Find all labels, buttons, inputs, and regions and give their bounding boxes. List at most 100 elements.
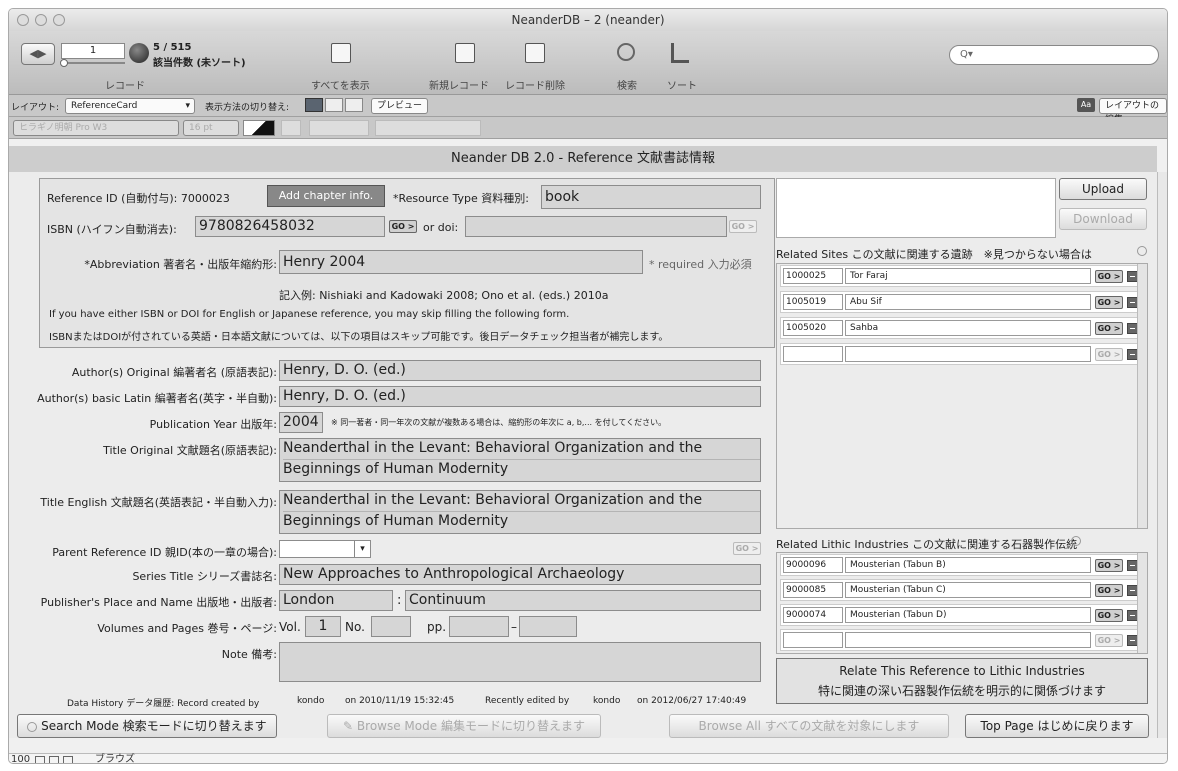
browse-mode-button[interactable]: ✎ Browse Mode 編集モードに切り替えます	[327, 714, 601, 738]
font-select[interactable]: ヒラギノ明朝 Pro W3	[13, 120, 179, 136]
search-icon[interactable]	[617, 43, 635, 61]
delete-record-icon[interactable]	[525, 43, 545, 63]
required-note: * required 入力必須	[649, 258, 752, 271]
sort-label[interactable]: ソート	[667, 77, 697, 92]
relate-lithic-line-2: 特に関連の深い石器製作伝統を明示的に関係づけます	[817, 684, 1106, 698]
lithic-go-button[interactable]: GO >	[1095, 634, 1123, 647]
sort-icon[interactable]	[671, 43, 689, 63]
site-name[interactable]: Sahba	[845, 320, 1091, 336]
zoom-window-button[interactable]	[53, 14, 65, 26]
zoom-in-icon[interactable]	[49, 756, 59, 763]
author-latin-field[interactable]: Henry, D. O. (ed.)	[279, 386, 761, 407]
lithic-go-button[interactable]: GO >	[1095, 609, 1123, 622]
record-nav-book-icon[interactable]: ◀▶	[21, 43, 55, 65]
text-color-icon[interactable]	[243, 120, 275, 136]
zoom-out-icon[interactable]	[35, 756, 45, 763]
site-go-button[interactable]: GO >	[1095, 322, 1123, 335]
parent-go-button[interactable]: GO >	[733, 542, 761, 555]
top-page-button[interactable]: Top Page はじめに戻ります	[965, 714, 1149, 738]
site-id-input[interactable]	[783, 346, 843, 362]
site-name-input[interactable]	[845, 346, 1091, 362]
lithic-name[interactable]: Mousterian (Tabun C)	[845, 582, 1091, 598]
download-button[interactable]: Download	[1059, 208, 1147, 230]
site-id[interactable]: 1005020	[783, 320, 843, 336]
site-go-button[interactable]: GO >	[1095, 296, 1123, 309]
quick-search-input[interactable]: Q▾	[949, 45, 1159, 65]
author-latin-label: Author(s) basic Latin 編著者名(英字・半自動):	[37, 392, 277, 405]
site-id[interactable]: 1000025	[783, 268, 843, 284]
main-scrollbar[interactable]	[1157, 172, 1167, 738]
table-view-icon[interactable]	[345, 98, 363, 112]
publisher-label: Publisher's Place and Name 出版地・出版者:	[40, 596, 277, 609]
site-name[interactable]: Tor Faraj	[845, 268, 1091, 284]
title-original-field[interactable]: Neanderthal in the Levant: Behavioral Or…	[279, 438, 761, 482]
layout-select[interactable]: ReferenceCard ▾	[65, 98, 195, 114]
upload-button[interactable]: Upload	[1059, 178, 1147, 200]
page-start-field[interactable]	[449, 616, 509, 637]
zoom-level[interactable]: 100	[11, 754, 30, 763]
publication-year-field[interactable]: 2004	[279, 412, 323, 433]
reference-id-label: Reference ID (自動付与): 7000023	[47, 192, 230, 205]
toolbar-toggle-icon[interactable]	[63, 756, 73, 763]
volume-field[interactable]: 1	[305, 616, 341, 637]
site-go-button[interactable]: GO >	[1095, 270, 1123, 283]
doi-go-button[interactable]: GO >	[729, 220, 757, 233]
page-end-field[interactable]	[519, 616, 577, 637]
number-field[interactable]	[371, 616, 411, 637]
isbn-go-button[interactable]: GO >	[389, 220, 417, 233]
add-chapter-button[interactable]: Add chapter info.	[267, 185, 385, 207]
lithic-go-button[interactable]: GO >	[1095, 559, 1123, 572]
form-view-icon[interactable]	[305, 98, 323, 112]
browse-all-button[interactable]: Browse All すべての文献を対象にします	[669, 714, 949, 738]
site-name[interactable]: Abu Sif	[845, 294, 1091, 310]
title-english-field[interactable]: Neanderthal in the Levant: Behavioral Or…	[279, 490, 761, 534]
bold-italic-underline-icon[interactable]	[309, 120, 369, 136]
lithic-id[interactable]: 9000074	[783, 607, 843, 623]
close-window-button[interactable]	[17, 14, 29, 26]
note-field[interactable]	[279, 642, 761, 682]
search-icon[interactable]	[1071, 536, 1081, 546]
text-style-icon[interactable]	[281, 120, 301, 136]
parent-reference-select[interactable]: ▾	[279, 540, 371, 558]
resource-type-field[interactable]: book	[541, 185, 761, 209]
file-drop-area[interactable]	[776, 178, 1056, 238]
preview-button[interactable]: プレビュー	[371, 98, 429, 114]
lithic-name-input[interactable]	[845, 632, 1091, 648]
minimize-window-button[interactable]	[35, 14, 47, 26]
lithic-name[interactable]: Mousterian (Tabun B)	[845, 557, 1091, 573]
lithic-id-input[interactable]	[783, 632, 843, 648]
related-lithics-scrollbar[interactable]	[1137, 553, 1147, 653]
search-mode-button[interactable]: Search Mode 検索モードに切り替えます	[17, 714, 277, 738]
relate-lithic-button[interactable]: Relate This Reference to Lithic Industri…	[776, 658, 1148, 704]
edit-layout-button[interactable]: レイアウトの編集	[1099, 98, 1167, 125]
new-record-icon[interactable]	[455, 43, 475, 63]
lithic-id[interactable]: 9000096	[783, 557, 843, 573]
show-all-icon[interactable]	[331, 43, 351, 63]
author-original-field[interactable]: Henry, D. O. (ed.)	[279, 360, 761, 381]
lithic-name[interactable]: Mousterian (Tabun D)	[845, 607, 1091, 623]
new-record-label[interactable]: 新規レコード	[429, 77, 489, 92]
lithic-id[interactable]: 9000085	[783, 582, 843, 598]
site-id[interactable]: 1005019	[783, 294, 843, 310]
publisher-name-field[interactable]: Continuum	[405, 590, 761, 611]
related-sites-scrollbar[interactable]	[1137, 264, 1147, 528]
align-icon[interactable]	[375, 120, 481, 136]
font-size-select[interactable]: 16 pt	[183, 120, 239, 136]
series-title-field[interactable]: New Approaches to Anthropological Archae…	[279, 564, 761, 585]
text-format-icon[interactable]: Aa	[1077, 98, 1095, 112]
site-go-button[interactable]: GO >	[1095, 348, 1123, 361]
lithic-go-button[interactable]: GO >	[1095, 584, 1123, 597]
list-view-icon[interactable]	[325, 98, 343, 112]
abbreviation-field[interactable]: Henry 2004	[279, 250, 643, 274]
record-number-input[interactable]: 1	[61, 43, 125, 59]
isbn-field[interactable]: 9780826458032	[195, 216, 385, 237]
show-all-label[interactable]: すべてを表示	[311, 77, 370, 92]
delete-record-label[interactable]: レコード削除	[505, 77, 565, 92]
record-slider[interactable]	[61, 62, 125, 64]
publisher-place-field[interactable]: London	[279, 590, 393, 611]
search-label[interactable]: 検索	[617, 77, 637, 92]
search-icon[interactable]	[1137, 246, 1147, 256]
doi-field[interactable]	[465, 216, 727, 237]
record-slider-thumb[interactable]	[60, 59, 68, 67]
publication-year-note: ※ 同一著者・同一年次の文献が複数ある場合は、縮約形の年次に a, b,... …	[331, 418, 667, 427]
